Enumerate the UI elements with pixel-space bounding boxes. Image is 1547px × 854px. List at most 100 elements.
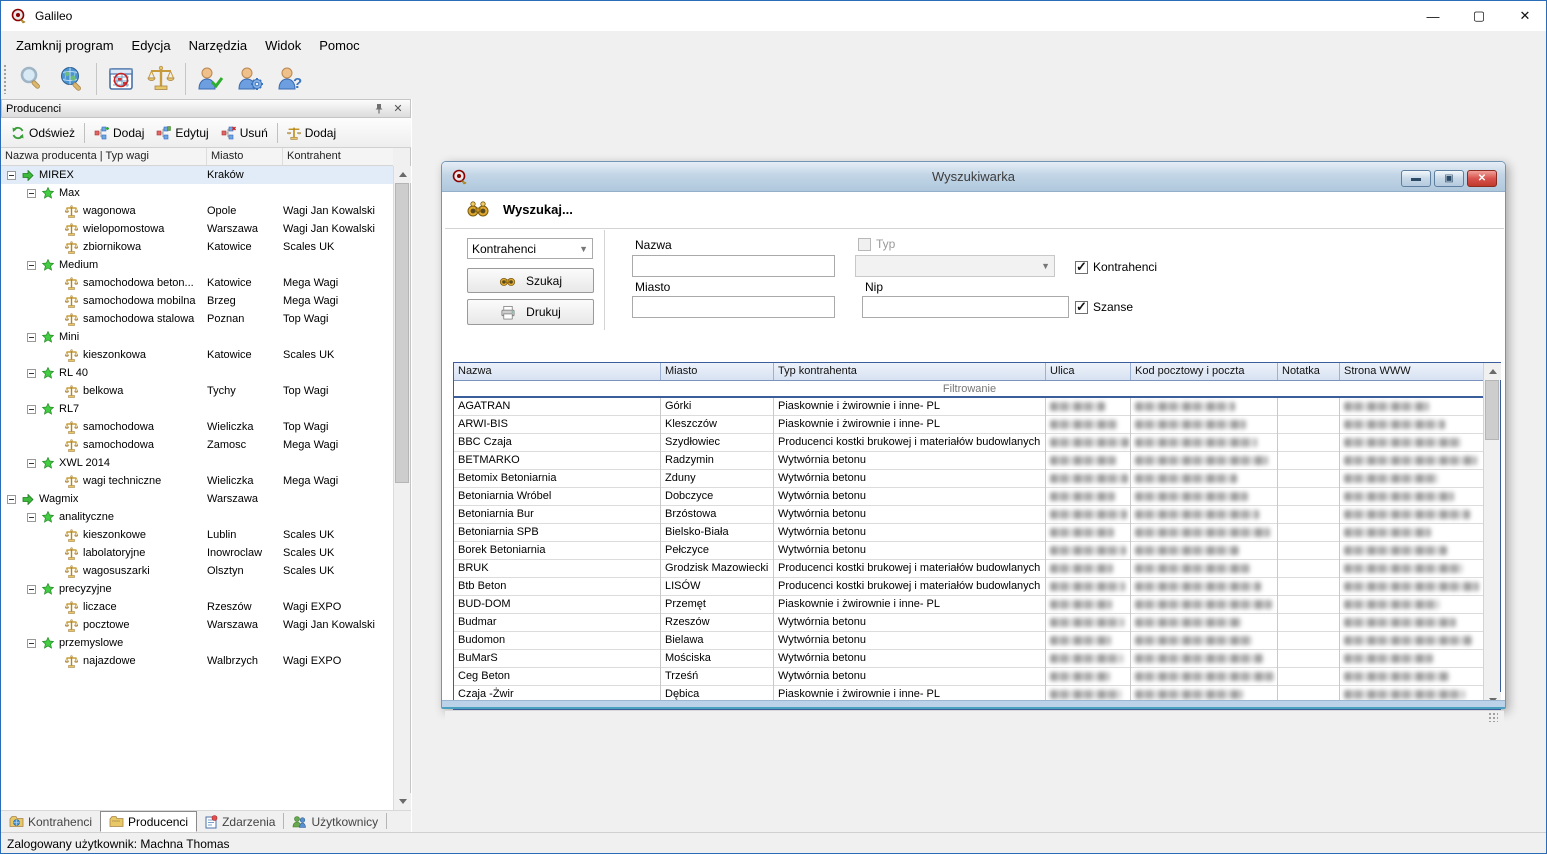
maximize-button[interactable]: ▢ xyxy=(1456,1,1502,31)
tab-uzytkownicy[interactable]: Użytkownicy xyxy=(284,811,386,832)
table-row[interactable]: Betoniarnia WróbelDobczyceWytwórnia beto… xyxy=(454,488,1485,506)
table-row[interactable]: AGATRANGórkiPiaskownie i żwirownie i inn… xyxy=(454,398,1485,416)
search-icon[interactable] xyxy=(12,61,52,97)
menu-edycja[interactable]: Edycja xyxy=(123,33,180,58)
menu-narzedzia[interactable]: Narzędzia xyxy=(180,33,257,58)
tree-row[interactable]: kieszonkowaKatowiceScales UK xyxy=(1,346,393,364)
col-notatka[interactable]: Notatka xyxy=(1278,363,1340,380)
table-scrollbar[interactable] xyxy=(1483,363,1500,709)
expander-icon[interactable] xyxy=(27,405,36,414)
col-nazwa-producenta[interactable]: Nazwa producenta | Typ wagi xyxy=(1,148,207,165)
tree-row[interactable]: XWL 2014 xyxy=(1,454,393,472)
table-row[interactable]: BUD-DOMPrzemętPiaskownie i żwirownie i i… xyxy=(454,596,1485,614)
col-strona-www[interactable]: Strona WWW xyxy=(1340,363,1485,380)
table-scroll-thumb[interactable] xyxy=(1485,380,1499,440)
tree-row[interactable]: wagonowaOpoleWagi Jan Kowalski xyxy=(1,202,393,220)
col-ulica[interactable]: Ulica xyxy=(1046,363,1131,380)
nip-input[interactable] xyxy=(862,296,1069,318)
resize-grip[interactable] xyxy=(1488,712,1498,722)
tree-row[interactable]: samochodowa beton...KatowiceMega Wagi xyxy=(1,274,393,292)
menu-pomoc[interactable]: Pomoc xyxy=(310,33,368,58)
panel-close-icon[interactable]: ✕ xyxy=(390,102,406,115)
tree-row[interactable]: wagi techniczneWieliczkaMega Wagi xyxy=(1,472,393,490)
table-row[interactable]: BETMARKORadzyminWytwórnia betonu xyxy=(454,452,1485,470)
col-miasto[interactable]: Miasto xyxy=(661,363,774,380)
minimize-button[interactable]: — xyxy=(1410,1,1456,31)
tree-row[interactable]: liczaceRzeszówWagi EXPO xyxy=(1,598,393,616)
tree-row[interactable]: kieszonkoweLublinScales UK xyxy=(1,526,393,544)
table-row[interactable]: Betomix BetoniarniaZdunyWytwórnia betonu xyxy=(454,470,1485,488)
menu-zamknij-program[interactable]: Zamknij program xyxy=(7,33,123,58)
tree-row[interactable]: WagmixWarszawa xyxy=(1,490,393,508)
expander-icon[interactable] xyxy=(27,459,36,468)
scroll-down-icon[interactable] xyxy=(394,793,411,810)
kontrahenci-checkbox[interactable] xyxy=(1075,261,1088,274)
filter-row[interactable]: Filtrowanie xyxy=(454,381,1485,398)
expander-icon[interactable] xyxy=(27,639,36,648)
nazwa-input[interactable] xyxy=(632,255,835,277)
expander-icon[interactable] xyxy=(27,189,36,198)
tree-row[interactable]: labolatoryjneInowroclawScales UK xyxy=(1,544,393,562)
tree-row[interactable]: precyzyjne xyxy=(1,580,393,598)
calendar-icon[interactable] xyxy=(101,61,141,97)
table-row[interactable]: Ceg BetonTrześńWytwórnia betonu xyxy=(454,668,1485,686)
add-scale-button[interactable]: Dodaj xyxy=(281,123,342,143)
edit-producer-button[interactable]: Edytuj xyxy=(150,123,214,143)
tree-row[interactable]: MIREXKraków xyxy=(1,166,393,184)
col-kod-pocztowy[interactable]: Kod pocztowy i poczta xyxy=(1131,363,1278,380)
tree-row[interactable]: pocztoweWarszawaWagi Jan Kowalski xyxy=(1,616,393,634)
tree-row[interactable]: samochodowaWieliczkaTop Wagi xyxy=(1,418,393,436)
search-button[interactable]: Szukaj xyxy=(467,268,594,293)
tab-zdarzenia[interactable]: Zdarzenia xyxy=(197,811,283,832)
tree-row[interactable]: samochodowa mobilnaBrzegMega Wagi xyxy=(1,292,393,310)
add-producer-button[interactable]: Dodaj xyxy=(88,123,150,143)
web-search-icon[interactable] xyxy=(52,61,92,97)
tree-row[interactable]: najazdoweWalbrzychWagi EXPO xyxy=(1,652,393,670)
tree-row[interactable]: Mini xyxy=(1,328,393,346)
table-row[interactable]: Btb BetonLISÓWProducenci kostki brukowej… xyxy=(454,578,1485,596)
tree-row[interactable]: przemyslowe xyxy=(1,634,393,652)
col-miasto[interactable]: Miasto xyxy=(207,148,283,165)
tree-row[interactable]: RL7 xyxy=(1,400,393,418)
close-button[interactable]: ✕ xyxy=(1502,1,1547,31)
table-row[interactable]: BRUKGrodzisk MazowieckiProducenci kostki… xyxy=(454,560,1485,578)
table-row[interactable]: Betoniarnia BurBrzóstowaWytwórnia betonu xyxy=(454,506,1485,524)
pin-icon[interactable] xyxy=(374,103,390,114)
table-row[interactable]: Betoniarnia SPBBielsko-BiałaWytwórnia be… xyxy=(454,524,1485,542)
expander-icon[interactable] xyxy=(27,585,36,594)
table-row[interactable]: BudmarRzeszówWytwórnia betonu xyxy=(454,614,1485,632)
category-select[interactable]: Kontrahenci ▼ xyxy=(467,238,593,259)
expander-icon[interactable] xyxy=(27,513,36,522)
tree-row[interactable]: samochodowa stalowaPoznanTop Wagi xyxy=(1,310,393,328)
miasto-input[interactable] xyxy=(632,296,835,318)
tab-producenci[interactable]: Producenci xyxy=(100,811,197,832)
scales-icon[interactable] xyxy=(141,61,181,97)
typ-checkbox[interactable] xyxy=(858,238,871,251)
toolbar-grip[interactable] xyxy=(3,64,8,94)
expander-icon[interactable] xyxy=(27,261,36,270)
delete-producer-button[interactable]: Usuń xyxy=(215,123,274,143)
col-kontrahent[interactable]: Kontrahent xyxy=(283,148,389,165)
table-row[interactable]: BudomonBielawaWytwórnia betonu xyxy=(454,632,1485,650)
tree-scrollbar[interactable] xyxy=(393,166,410,810)
table-row[interactable]: Borek BetoniarniaPełczyceWytwórnia beton… xyxy=(454,542,1485,560)
tree-row[interactable]: samochodowaZamoscMega Wagi xyxy=(1,436,393,454)
tree-row[interactable]: wielopomostowaWarszawaWagi Jan Kowalski xyxy=(1,220,393,238)
tree-row[interactable]: Medium xyxy=(1,256,393,274)
col-nazwa[interactable]: Nazwa xyxy=(454,363,661,380)
szanse-checkbox[interactable] xyxy=(1075,301,1088,314)
search-window-titlebar[interactable]: Wyszukiwarka ▬ ▣ ✕ xyxy=(442,162,1505,192)
child-close-button[interactable]: ✕ xyxy=(1467,170,1497,187)
tab-kontrahenci[interactable]: Kontrahenci xyxy=(1,811,100,832)
expander-icon[interactable] xyxy=(7,495,16,504)
child-restore-button[interactable]: ▣ xyxy=(1434,170,1464,187)
user-check-icon[interactable] xyxy=(190,61,230,97)
tree-scroll-thumb[interactable] xyxy=(395,183,409,483)
refresh-button[interactable]: Odśwież xyxy=(5,123,81,143)
menu-widok[interactable]: Widok xyxy=(256,33,310,58)
user-help-icon[interactable]: ? xyxy=(270,61,310,97)
expander-icon[interactable] xyxy=(7,171,16,180)
table-scroll-up-icon[interactable] xyxy=(1484,363,1501,380)
tree-row[interactable]: zbiornikowaKatowiceScales UK xyxy=(1,238,393,256)
user-settings-icon[interactable] xyxy=(230,61,270,97)
